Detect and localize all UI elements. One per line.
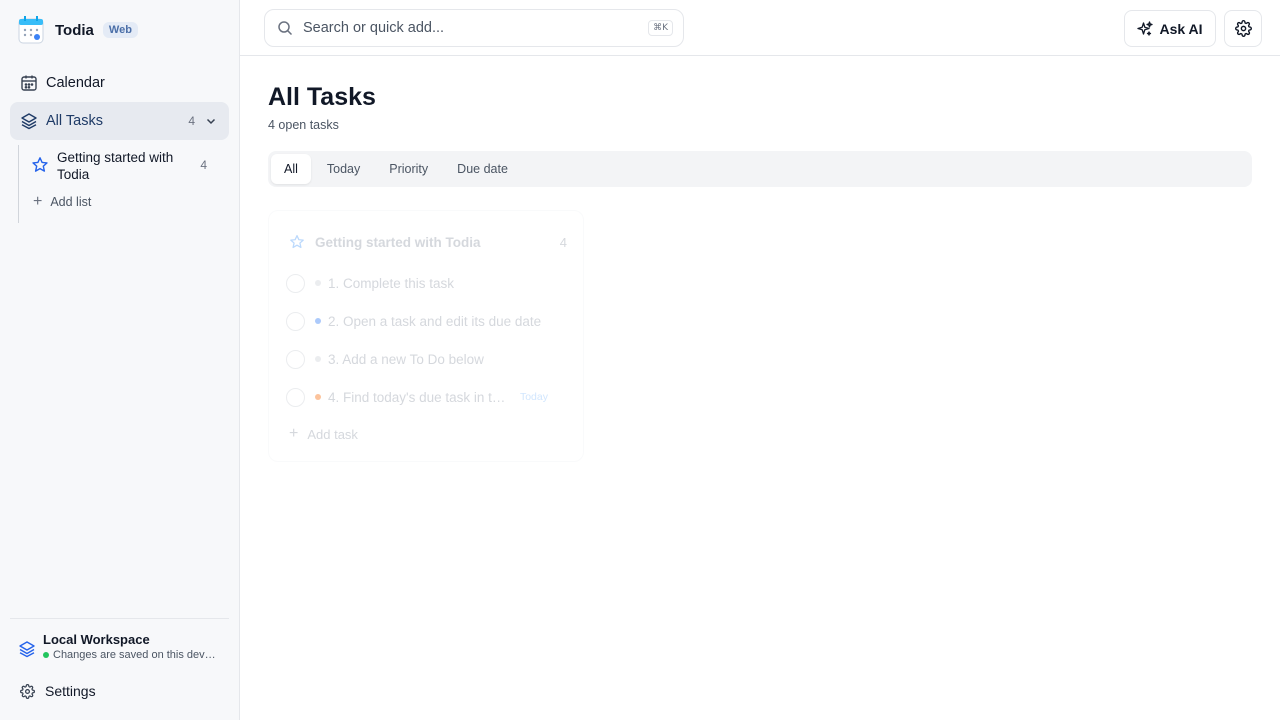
task-checkbox[interactable] [286, 273, 305, 293]
status-dot [43, 652, 49, 658]
add-list-label: Add list [50, 195, 92, 209]
priority-dot [315, 318, 321, 324]
topbar: ⌘K Ask AI [240, 0, 1280, 56]
search-bar[interactable]: ⌘K [264, 9, 684, 47]
workspace-title: Local Workspace [43, 632, 150, 647]
chevron-down-icon[interactable] [205, 115, 217, 127]
workspace-status: Changes are saved on this device [43, 649, 218, 661]
workspace-info[interactable]: Local Workspace Changes are saved on thi… [18, 632, 218, 661]
settings-label: Settings [45, 683, 96, 699]
gear-icon [20, 683, 35, 699]
web-badge: Web [102, 22, 138, 38]
card-title: Getting started with Todia [315, 234, 481, 250]
task-row[interactable]: 1. Complete this task [286, 271, 570, 295]
sidebar-item-label: Calendar [46, 75, 105, 91]
star-icon [32, 157, 48, 172]
task-title: 3. Add a new To Do below [328, 351, 484, 367]
star-icon [290, 234, 304, 249]
app-name: Todia [55, 21, 94, 39]
plus-icon: + [33, 193, 43, 210]
priority-dot [315, 280, 321, 286]
task-title: 1. Complete this task [328, 275, 455, 291]
sidebar-item-label: All Tasks [46, 113, 103, 129]
plus-icon: + [289, 425, 299, 442]
add-list-button[interactable]: + Add list [33, 193, 91, 211]
task-title: 4. Find today's due task in the calendar [328, 389, 508, 405]
task-checkbox[interactable] [286, 349, 305, 369]
task-checkbox[interactable] [286, 311, 305, 331]
sparkles-icon [1137, 20, 1154, 36]
search-icon [278, 21, 293, 36]
task-checkbox[interactable] [286, 387, 305, 407]
task-row[interactable]: 3. Add a new To Do below [286, 347, 570, 371]
task-row[interactable]: 4. Find today's due task in the calendar… [286, 385, 570, 409]
task-row[interactable]: 2. Open a task and edit its due date [286, 309, 570, 333]
ask-ai-label: Ask AI [1159, 20, 1203, 37]
task-count: 4 [188, 114, 195, 128]
search-input[interactable] [303, 20, 633, 36]
due-badge: Today [519, 391, 548, 403]
sidebar-item-all-tasks[interactable]: All Tasks 4 [10, 102, 229, 140]
tab-today[interactable]: Today [314, 154, 373, 184]
page-title: All Tasks [268, 83, 376, 111]
priority-dot [315, 356, 321, 362]
tab-all[interactable]: All [271, 154, 311, 184]
add-task-label: Add task [307, 426, 358, 442]
list-tree: Getting started with Todia 4 + Add list [18, 145, 218, 223]
layers-icon [21, 113, 37, 130]
view-tabs: All Today Priority Due date [268, 151, 1252, 187]
add-task-button[interactable]: + Add task [289, 425, 358, 443]
shortcut-hint: ⌘K [648, 20, 673, 36]
card-header[interactable]: Getting started with Todia [289, 234, 481, 250]
list-name: Getting started with Todia [57, 150, 174, 182]
settings-button[interactable] [1224, 10, 1262, 47]
todia-logo-icon [18, 16, 44, 44]
page-subtitle: 4 open tasks [268, 118, 339, 132]
ask-ai-button[interactable]: Ask AI [1124, 10, 1216, 47]
tab-priority[interactable]: Priority [376, 154, 441, 184]
layers-icon [19, 641, 35, 658]
workspace-status-text: Changes are saved on this device [53, 649, 218, 661]
divider [10, 618, 229, 619]
gear-icon [1234, 20, 1252, 37]
task-list-card: Getting started with Todia 4 1. Complete… [268, 210, 584, 462]
calendar-icon [21, 75, 37, 91]
priority-dot [315, 394, 321, 400]
card-count: 4 [559, 235, 567, 250]
sidebar: Todia Web Calendar All Tasks 4 Getting s… [0, 0, 240, 720]
task-title: 2. Open a task and edit its due date [328, 313, 542, 329]
tab-due-date[interactable]: Due date [444, 154, 521, 184]
sidebar-item-settings[interactable]: Settings [20, 680, 96, 702]
sidebar-item-calendar[interactable]: Calendar [10, 64, 229, 102]
brand[interactable]: Todia Web [18, 16, 138, 44]
sidebar-list-item[interactable]: Getting started with Todia 4 [31, 147, 211, 183]
list-count: 4 [200, 158, 207, 172]
